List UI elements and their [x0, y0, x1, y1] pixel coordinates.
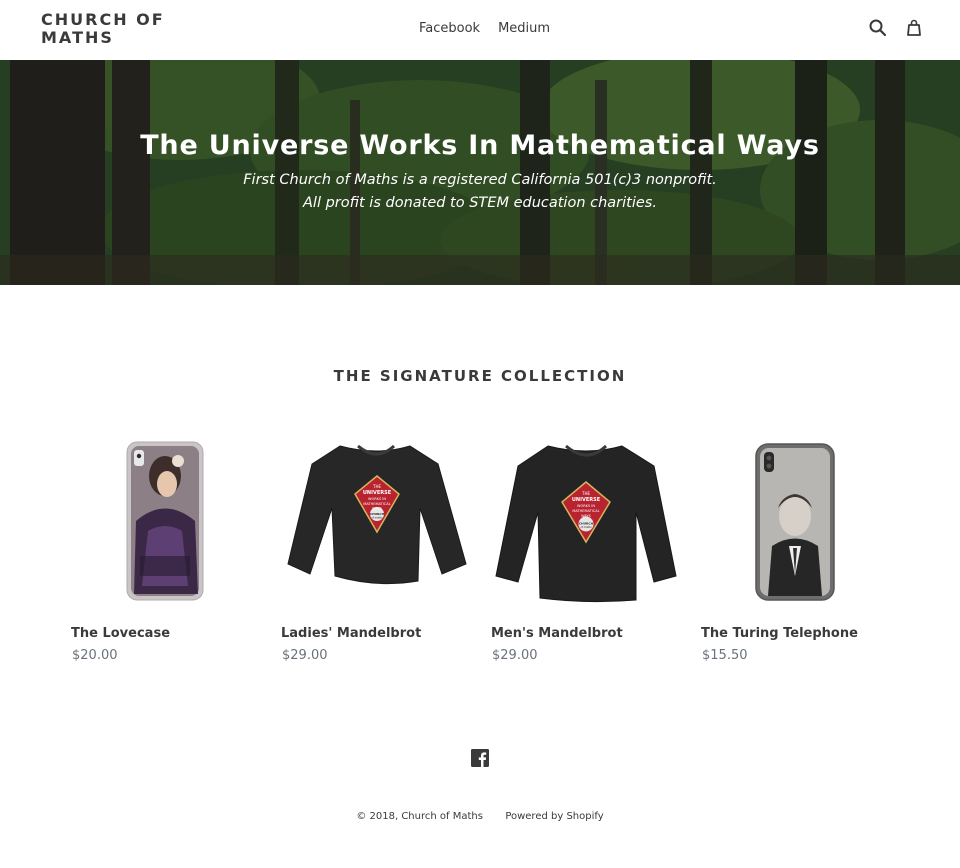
product-title[interactable]: Ladies' Mandelbrot	[281, 626, 421, 641]
header-actions	[868, 18, 924, 38]
svg-text:UNIVERSE: UNIVERSE	[572, 497, 601, 503]
svg-text:WAYS: WAYS	[581, 514, 592, 518]
phone-case-image	[126, 441, 204, 601]
svg-text:MATHEMATICAL: MATHEMATICAL	[572, 509, 599, 513]
product-price: $20.00	[72, 648, 118, 663]
svg-text:WAYS: WAYS	[372, 507, 383, 511]
product-image[interactable]	[700, 436, 890, 606]
site-logo[interactable]: CHURCH OF MATHS	[41, 11, 191, 47]
svg-text:CHURCH: CHURCH	[579, 522, 594, 526]
hero-subtitle-line-1: First Church of Maths is a registered Ca…	[243, 172, 717, 188]
nav-link-facebook[interactable]: Facebook	[419, 20, 480, 38]
product-price: $29.00	[282, 648, 328, 663]
product-title[interactable]: Men's Mandelbrot	[491, 626, 623, 641]
nav-link-medium[interactable]: Medium	[498, 20, 550, 38]
svg-text:THE: THE	[372, 484, 381, 489]
cart-icon[interactable]	[904, 18, 924, 38]
hero-subtitle-line-2: All profit is donated to STEM education …	[303, 195, 657, 211]
facebook-icon[interactable]	[471, 749, 489, 767]
svg-text:WORKS IN: WORKS IN	[577, 504, 595, 508]
svg-text:CHURCH: CHURCH	[370, 512, 385, 516]
product-card-ladies-mandelbrot[interactable]: THE UNIVERSE WORKS IN MATHEMATICAL WAYS …	[280, 436, 470, 663]
site-header: CHURCH OF MATHS Facebook Medium	[0, 0, 960, 60]
product-image[interactable]	[70, 436, 260, 606]
collection-title: THE SIGNATURE COLLECTION	[333, 367, 627, 385]
hero-title: The Universe Works In Mathematical Ways	[140, 130, 820, 161]
phone-case-image	[755, 443, 835, 601]
product-card-mens-mandelbrot[interactable]: THE UNIVERSE WORKS IN MATHEMATICAL WAYS …	[490, 436, 680, 663]
product-title[interactable]: The Turing Telephone	[701, 626, 858, 641]
svg-text:of maths: of maths	[371, 516, 383, 520]
shirt-image: THE UNIVERSE WORKS IN MATHEMATICAL WAYS …	[287, 444, 467, 585]
product-image[interactable]: THE UNIVERSE WORKS IN MATHEMATICAL WAYS …	[280, 436, 470, 606]
search-icon[interactable]	[868, 18, 888, 38]
product-price: $15.50	[702, 648, 748, 663]
product-price: $29.00	[492, 648, 538, 663]
svg-text:of maths: of maths	[580, 525, 592, 529]
svg-text:WORKS IN: WORKS IN	[368, 497, 386, 501]
site-footer: © 2018, Church of Maths Powered by Shopi…	[0, 811, 960, 822]
powered-by-link[interactable]: Powered by Shopify	[505, 811, 603, 822]
product-title[interactable]: The Lovecase	[71, 626, 170, 641]
hero-banner: The Universe Works In Mathematical Ways …	[0, 60, 960, 285]
main-nav: Facebook Medium	[419, 20, 550, 38]
svg-text:THE: THE	[581, 491, 590, 496]
svg-text:UNIVERSE: UNIVERSE	[363, 490, 392, 496]
shirt-image: THE UNIVERSE WORKS IN MATHEMATICAL WAYS …	[495, 444, 677, 603]
copyright-link[interactable]: © 2018, Church of Maths	[356, 811, 483, 822]
product-card-turing-telephone[interactable]: The Turing Telephone $15.50	[700, 436, 890, 663]
product-image[interactable]: THE UNIVERSE WORKS IN MATHEMATICAL WAYS …	[490, 436, 680, 606]
product-card-lovecase[interactable]: The Lovecase $20.00	[70, 436, 260, 663]
svg-text:MATHEMATICAL: MATHEMATICAL	[363, 502, 390, 506]
